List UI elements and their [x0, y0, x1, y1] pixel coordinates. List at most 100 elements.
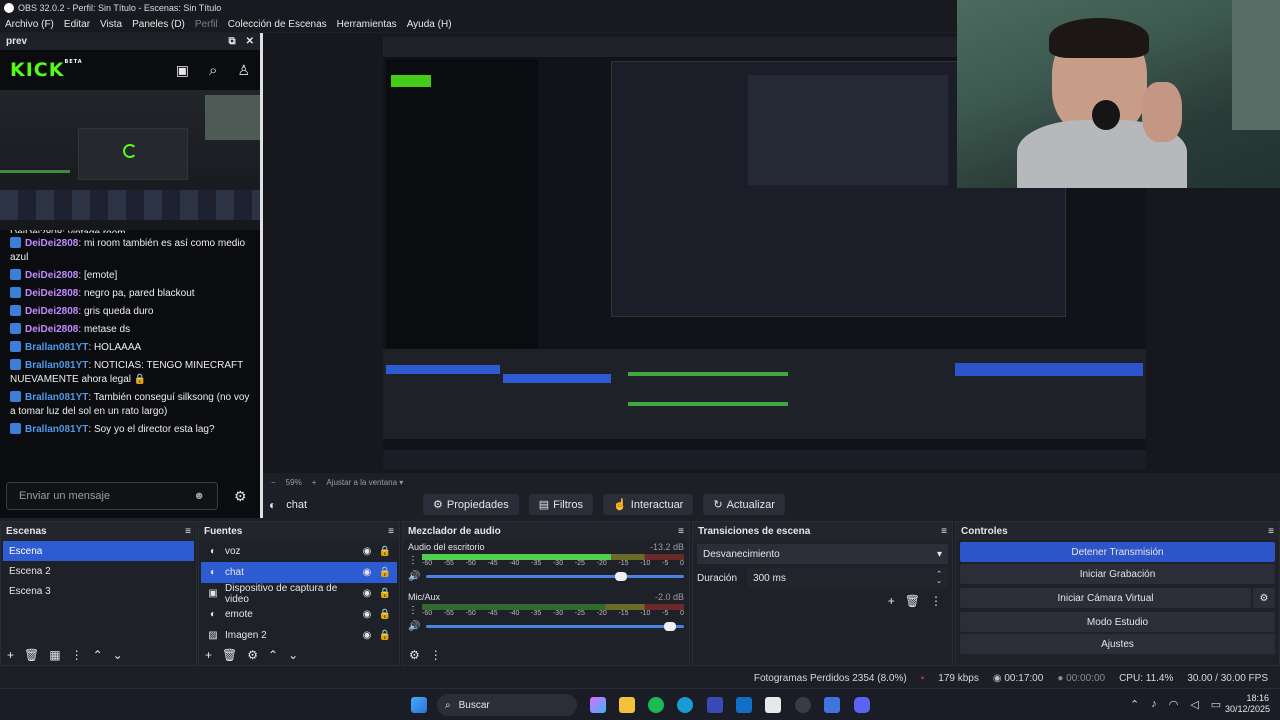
studio-mode-button[interactable]: Modo Estudio	[960, 612, 1275, 632]
filters-button[interactable]: ▤ Filtros	[528, 494, 594, 515]
volume-slider[interactable]	[426, 572, 684, 581]
lock-icon[interactable]: 🔒	[379, 546, 391, 558]
add-icon[interactable]: +	[7, 648, 14, 662]
transition-select[interactable]: Desvanecimiento ▾	[697, 544, 948, 564]
eye-icon[interactable]: ◉	[361, 588, 373, 600]
clock-date[interactable]: 30/12/2025	[1225, 704, 1270, 715]
chat-username[interactable]: DeiDei2808	[25, 324, 78, 335]
chat-username[interactable]: Brallan081YT	[25, 424, 88, 435]
clock-time[interactable]: 18:16	[1225, 693, 1269, 704]
volume-knob[interactable]	[664, 622, 677, 631]
search-icon[interactable]: ⌕	[209, 62, 217, 79]
lock-icon[interactable]: 🔒	[379, 609, 391, 621]
discord-icon[interactable]	[854, 697, 870, 713]
kick-logo[interactable]: KICKBETA	[10, 59, 83, 81]
zoom-in-button[interactable]: +	[312, 478, 317, 487]
dock-menu-icon[interactable]: ≡	[941, 526, 947, 537]
chat-username[interactable]: DeiDei2808	[25, 238, 78, 249]
file-explorer-icon[interactable]	[619, 697, 635, 713]
dock-menu-icon[interactable]: ≡	[1268, 526, 1274, 537]
system-tray[interactable]: ⌃ ♪ ◠ ◁ ▭	[1130, 698, 1221, 711]
dock-menu-icon[interactable]: ≡	[678, 526, 684, 537]
volume-icon[interactable]: 🔊	[408, 621, 420, 632]
add-icon[interactable]: +	[205, 648, 212, 662]
zoom-fit-dropdown[interactable]: Ajustar a la ventana ▾	[326, 478, 403, 487]
store-icon[interactable]	[765, 697, 781, 713]
trash-icon[interactable]: 🗑	[222, 648, 237, 662]
eye-icon[interactable]: ◉	[361, 546, 373, 558]
chevron-down-icon[interactable]: ⌄	[113, 648, 123, 662]
app-icon[interactable]	[707, 697, 723, 713]
user-icon[interactable]: ♙	[237, 62, 250, 79]
source-item[interactable]: ▣ Dispositivo de captura de video ◉ 🔒	[201, 583, 397, 605]
filter-icon[interactable]: ▦	[49, 648, 60, 662]
volume-slider[interactable]	[426, 622, 684, 631]
menu-editar[interactable]: Editar	[59, 19, 95, 30]
scene-item[interactable]: Escena	[3, 541, 194, 561]
chat-username[interactable]: Brallan081YT	[25, 360, 88, 371]
menu-paneles[interactable]: Paneles (D)	[127, 19, 190, 30]
copilot-icon[interactable]	[590, 697, 606, 713]
more-icon[interactable]: ⋮	[930, 594, 942, 608]
source-item[interactable]: ▨ Imagen 2 ◉ 🔒	[201, 625, 397, 646]
gear-icon[interactable]: ⚙	[247, 648, 258, 662]
chat-input[interactable]: Enviar un mensaje ☻	[6, 482, 218, 510]
interact-button[interactable]: ☝ Interactuar	[603, 494, 694, 515]
more-icon[interactable]: ⋮	[408, 555, 418, 566]
menu-archivo[interactable]: Archivo (F)	[0, 19, 59, 30]
chat-username[interactable]: Brallan081YT	[25, 392, 88, 403]
chevron-down-icon[interactable]: ⌄	[288, 648, 298, 662]
scene-item[interactable]: Escena 3	[3, 581, 194, 601]
source-item[interactable]: ◐ voz ◉ 🔒	[201, 541, 397, 562]
menu-perfil[interactable]: Perfil	[190, 19, 223, 30]
stop-stream-button[interactable]: Detener Transmisión	[960, 542, 1275, 562]
float-icon[interactable]: ⧉	[228, 36, 235, 47]
virtual-camera-settings-gear-icon[interactable]: ⚙	[1253, 588, 1275, 608]
menu-herramientas[interactable]: Herramientas	[332, 19, 402, 30]
chat-username[interactable]: DeiDei2808	[25, 288, 78, 299]
app2-icon[interactable]	[824, 697, 840, 713]
chat-username[interactable]: DeiDei2808	[25, 270, 78, 281]
chat-username[interactable]: Brallan081YT	[25, 342, 88, 353]
more-icon[interactable]: ⋮	[71, 648, 83, 662]
add-icon[interactable]: +	[888, 594, 895, 608]
more-icon[interactable]: ⋮	[430, 648, 442, 662]
duration-input[interactable]: 300 ms ⌃ ⌄	[747, 568, 948, 588]
edge-icon[interactable]	[677, 697, 693, 713]
menu-ayuda[interactable]: Ayuda (H)	[402, 19, 457, 30]
chevron-up-icon[interactable]: ⌃	[268, 648, 278, 662]
zoom-out-button[interactable]: −	[271, 478, 276, 487]
menu-vista[interactable]: Vista	[95, 19, 127, 30]
trash-icon[interactable]: 🗑	[905, 594, 920, 608]
refresh-button[interactable]: ↻ Actualizar	[703, 494, 785, 515]
chat-settings-gear-icon[interactable]: ⚙	[234, 488, 247, 505]
chat-username[interactable]: DeiDei2808	[25, 306, 78, 317]
lock-icon[interactable]: 🔒	[379, 567, 391, 579]
browse-icon[interactable]: ▣	[176, 62, 189, 79]
scene-item[interactable]: Escena 2	[3, 561, 194, 581]
dock-menu-icon[interactable]: ≡	[388, 526, 394, 537]
settings-button[interactable]: Ajustes	[960, 634, 1275, 654]
emoji-icon[interactable]: ☻	[193, 490, 205, 502]
more-icon[interactable]: ⋮	[408, 605, 418, 616]
properties-button[interactable]: ⚙ Propiedades	[423, 494, 519, 515]
menu-coleccion[interactable]: Colección de Escenas	[223, 19, 332, 30]
chevron-up-icon[interactable]: ⌃	[93, 648, 103, 662]
outlook-icon[interactable]	[736, 697, 752, 713]
taskbar-search[interactable]: ⌕ Buscar	[437, 694, 577, 716]
eye-icon[interactable]: ◉	[361, 567, 373, 579]
volume-knob[interactable]	[615, 572, 628, 581]
start-recording-button[interactable]: Iniciar Grabación	[960, 564, 1275, 584]
dock-menu-icon[interactable]: ≡	[185, 526, 191, 537]
lock-icon[interactable]: 🔒	[379, 588, 391, 600]
trash-icon[interactable]: 🗑	[24, 648, 39, 662]
close-icon[interactable]: ✕	[246, 36, 254, 47]
eye-icon[interactable]: ◉	[361, 630, 373, 642]
advanced-audio-icon[interactable]: ⚙	[409, 648, 420, 662]
source-item[interactable]: ◐ emote ◉ 🔒	[201, 604, 397, 625]
eye-icon[interactable]: ◉	[361, 609, 373, 621]
source-item[interactable]: ◐ chat ◉ 🔒	[201, 562, 397, 583]
start-virtual-camera-button[interactable]: Iniciar Cámara Virtual	[960, 588, 1251, 608]
spotify-icon[interactable]	[648, 697, 664, 713]
volume-icon[interactable]: 🔊	[408, 571, 420, 582]
